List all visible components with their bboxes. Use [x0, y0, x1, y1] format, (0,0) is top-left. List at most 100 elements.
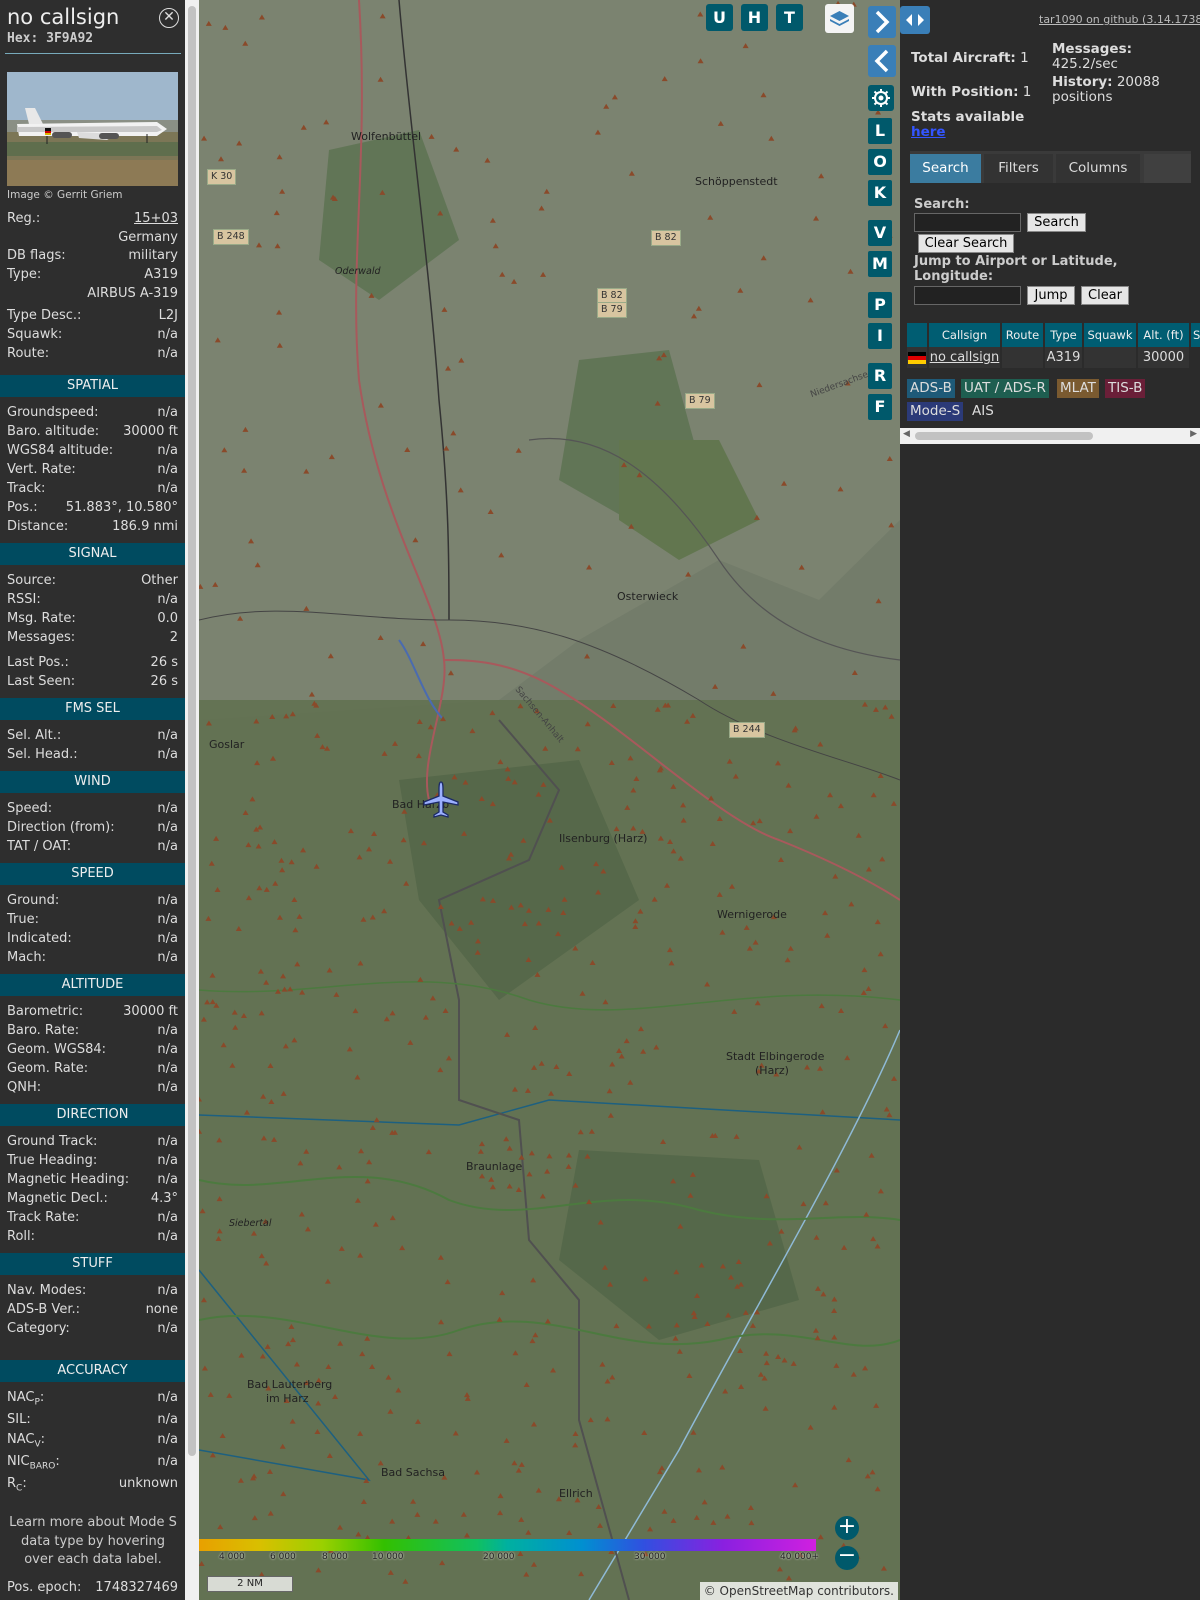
zoom-in-button[interactable]: + [835, 1516, 859, 1540]
last-pos-row: Last Pos.: 26 s [7, 655, 178, 670]
photo-credit: Image © Gerrit Griem [7, 189, 123, 201]
section-stuff: STUFF [0, 1253, 185, 1275]
toolbar-button-u[interactable]: U [706, 4, 733, 31]
aircraft-photo[interactable] [7, 72, 178, 186]
minus-icon: − [837, 1543, 857, 1568]
place-label: Bad Lauterberg [247, 1378, 333, 1391]
toggle-button-k[interactable]: K [868, 180, 892, 206]
toggle-button-m[interactable]: M [868, 251, 892, 277]
stats-link[interactable]: here [911, 124, 946, 140]
germany-flag-icon [908, 352, 926, 364]
legend-tick: 40 000+ [780, 1552, 820, 1562]
legend-tick: 8 000 [322, 1552, 348, 1562]
route-row: Route: n/a [7, 346, 178, 361]
rssi-row: RSSI: n/a [7, 592, 178, 607]
column-header-squawk[interactable]: Squawk [1084, 323, 1136, 347]
gear-icon [872, 89, 890, 107]
search-button[interactable]: Search [1027, 213, 1086, 232]
toggle-button-i[interactable]: I [868, 323, 892, 349]
table-row-callsign[interactable]: no callsign [929, 347, 1000, 368]
road-shield: B 244 [729, 722, 765, 738]
tab-columns[interactable]: Columns [1056, 154, 1140, 183]
scroll-right-icon[interactable]: ▶ [1190, 429, 1197, 439]
nacp-row: NACP: n/a [7, 1390, 178, 1408]
map[interactable]: Wolfenbüttel Schöppenstedt Oderwald Oste… [199, 0, 900, 1600]
distance-row: Distance: 186.9 nmi [7, 519, 178, 534]
scroll-left-icon[interactable]: ◀ [903, 429, 910, 439]
tab-extra[interactable] [1144, 154, 1191, 183]
github-link[interactable]: tar1090 on github (3.14.1738) [1039, 13, 1200, 26]
reg-link[interactable]: 15+03 [134, 211, 178, 226]
toggle-button-f[interactable]: F [868, 394, 892, 420]
wgs84-altitude-row: WGS84 altitude: n/a [7, 443, 178, 458]
search-label: Search: [914, 197, 970, 212]
toggle-button-p[interactable]: P [868, 292, 892, 318]
mach-row: Mach: n/a [7, 950, 178, 965]
baro-rate-row: Baro. Rate: n/a [7, 1023, 178, 1038]
rc-row: RC: unknown [7, 1476, 178, 1494]
sel-head-row: Sel. Head.: n/a [7, 747, 178, 762]
tab-search[interactable]: Search [910, 154, 981, 183]
details-scrollbar-thumb[interactable] [188, 6, 196, 1456]
with-position: With Position: 1 [911, 84, 1032, 100]
clear-search-button[interactable]: Clear Search [918, 234, 1014, 253]
search-input[interactable] [914, 213, 1021, 232]
wind-speed-row: Speed: n/a [7, 801, 178, 816]
jump-button[interactable]: Jump [1027, 286, 1075, 305]
aircraft-details-panel: no callsign ✕ Hex: 3F9A92 Image © Gerrit… [0, 0, 185, 1600]
column-header-altitude[interactable]: Alt. (ft) [1138, 323, 1189, 347]
track-rate-row: Track Rate: n/a [7, 1210, 178, 1225]
table-row-squawk[interactable] [1084, 347, 1136, 368]
tab-bar: Search Filters Columns [910, 151, 1191, 183]
expand-right-button[interactable] [868, 6, 896, 38]
column-header-route[interactable]: Route [1002, 323, 1043, 347]
osm-link[interactable]: OpenStreetMap [720, 1584, 814, 1598]
typedesc-row: Type Desc.: L2J [7, 308, 178, 323]
road-shield: K 30 [207, 169, 237, 185]
tab-filters[interactable]: Filters [984, 154, 1053, 183]
aircraft-marker-icon[interactable] [422, 780, 460, 820]
column-header-type[interactable]: Type [1045, 323, 1082, 347]
table-horizontal-scrollbar[interactable]: ◀ ▶ [900, 428, 1200, 444]
table-row-flag[interactable] [907, 347, 927, 368]
road-shield: B 82 [651, 230, 681, 246]
place-label: Stadt Elbingerode [726, 1050, 825, 1063]
messages-row: Messages: 2 [7, 630, 178, 645]
place-label: Wolfenbüttel [351, 130, 422, 143]
table-row-route[interactable] [1002, 347, 1043, 368]
section-wind: WIND [0, 771, 185, 793]
type-row: Type: A319 [7, 267, 178, 282]
resize-sidebar-handle[interactable] [900, 6, 930, 34]
table-row-altitude[interactable]: 30000 [1138, 347, 1189, 368]
toolbar-button-t[interactable]: T [776, 4, 803, 31]
toggle-button-r[interactable]: R [868, 363, 892, 389]
toggle-button-l[interactable]: L [868, 118, 892, 144]
column-header-speed[interactable]: S [1191, 323, 1200, 347]
layers-icon [830, 11, 849, 26]
baro-altitude-row: Baro. altitude: 30000 ft [7, 424, 178, 439]
toggle-button-o[interactable]: O [868, 149, 892, 175]
tat-oat-row: TAT / OAT: n/a [7, 839, 178, 854]
layers-button[interactable] [825, 4, 854, 33]
toolbar-button-h[interactable]: H [741, 4, 768, 31]
settings-button[interactable] [868, 85, 894, 111]
zoom-out-button[interactable]: − [835, 1543, 859, 1570]
column-header-callsign[interactable]: Callsign [929, 323, 1000, 347]
section-speed: SPEED [0, 863, 185, 885]
table-row-type[interactable]: A319 [1045, 347, 1082, 368]
sel-alt-row: Sel. Alt.: n/a [7, 728, 178, 743]
road-shield: B 79 [597, 302, 627, 318]
close-icon: ✕ [163, 9, 175, 25]
toggle-button-v[interactable]: V [868, 220, 892, 246]
geom-wgs84-row: Geom. WGS84: n/a [7, 1042, 178, 1057]
scrollbar-thumb[interactable] [915, 432, 1093, 440]
scale-line: 2 NM [207, 1576, 293, 1592]
clear-jump-button[interactable]: Clear [1081, 286, 1129, 305]
jump-input[interactable] [914, 286, 1021, 305]
total-aircraft: Total Aircraft: 1 [911, 50, 1029, 66]
place-label: Wernigerode [717, 908, 787, 921]
collapse-left-button[interactable] [868, 45, 896, 77]
map-attribution: © OpenStreetMap contributors. [699, 1582, 898, 1600]
close-details-button[interactable]: ✕ [159, 8, 179, 28]
track-row: Track: n/a [7, 481, 178, 496]
